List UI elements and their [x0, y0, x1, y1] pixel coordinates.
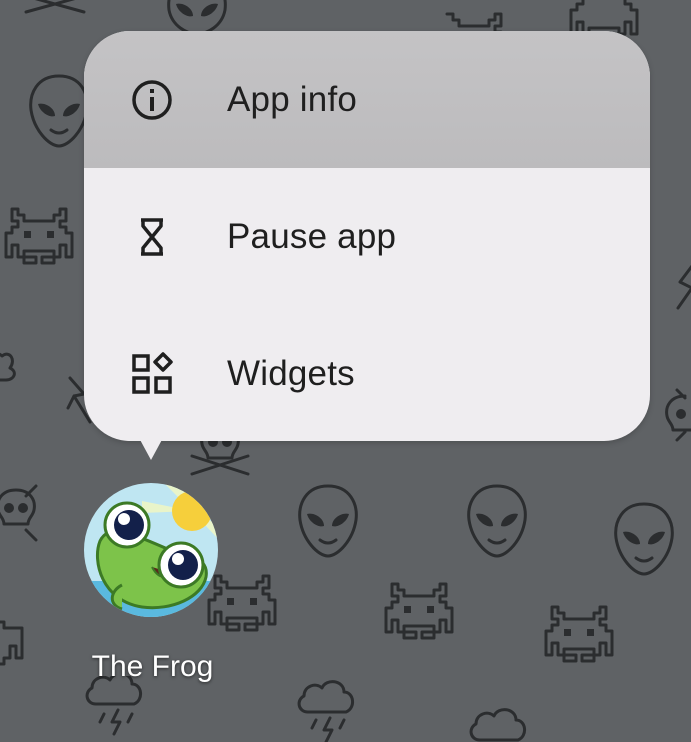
- alien-head-icon: [298, 484, 358, 558]
- space-invader-icon: [384, 582, 454, 640]
- widgets-label: Widgets: [227, 353, 355, 393]
- app-name-label: The Frog: [91, 650, 214, 683]
- skull-crossbones-icon: [665, 388, 691, 442]
- star-burst-icon: [676, 264, 691, 310]
- skull-crossbones-icon: [0, 484, 38, 542]
- pause-app-menu-item[interactable]: Pause app: [84, 168, 650, 305]
- app-shortcut-menu: App info Pause app Widgets: [84, 31, 650, 441]
- hourglass-icon: [128, 213, 176, 261]
- app-info-label: App info: [227, 79, 358, 119]
- alien-head-icon: [29, 74, 89, 148]
- storm-cloud-icon: [297, 680, 354, 742]
- pause-app-label: Pause app: [227, 216, 397, 256]
- storm-cloud-icon: [85, 676, 142, 736]
- menu-pointer: [138, 436, 164, 460]
- widgets-menu-item[interactable]: Widgets: [84, 305, 650, 441]
- space-invader-icon: [544, 605, 614, 663]
- app-info-menu-item[interactable]: App info: [84, 31, 650, 168]
- alien-head-icon: [614, 502, 674, 576]
- skull-crossbones-icon: [24, 0, 86, 14]
- info-icon: [128, 76, 176, 124]
- widgets-icon: [128, 350, 176, 398]
- alien-head-icon: [467, 484, 527, 558]
- space-invader-icon: [0, 620, 24, 666]
- cloud-icon: [0, 352, 16, 382]
- frog-app-icon[interactable]: [82, 481, 220, 619]
- cloud-icon: [469, 708, 526, 742]
- space-invader-icon: [4, 207, 74, 265]
